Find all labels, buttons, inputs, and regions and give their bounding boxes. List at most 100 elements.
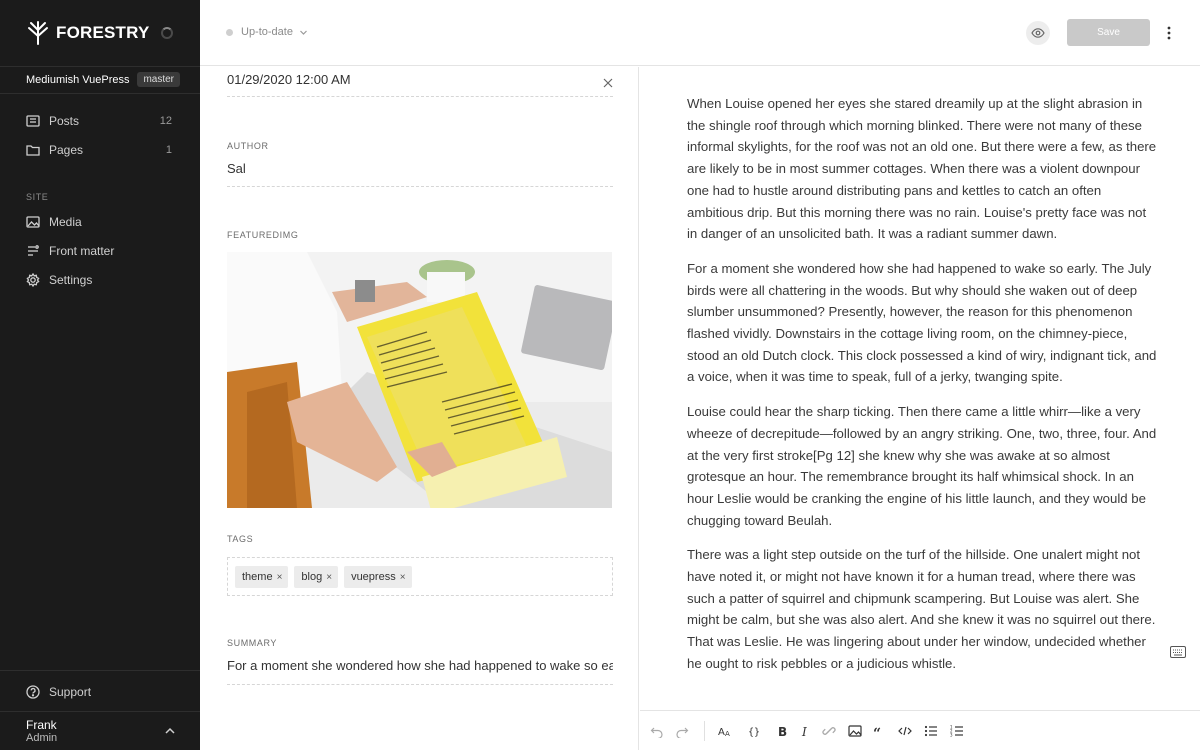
clear-date-icon[interactable] bbox=[603, 78, 613, 88]
featured-image-photo bbox=[227, 252, 612, 508]
summary-input[interactable]: For a moment she wondered how she had ha… bbox=[227, 658, 613, 673]
summary-field: SUMMARY For a moment she wondered how sh… bbox=[227, 638, 613, 686]
user-name: Frank bbox=[26, 718, 57, 732]
status-dot-icon bbox=[226, 28, 233, 36]
top-bar: Up-to-date Save bbox=[200, 0, 1200, 66]
chevron-up-icon[interactable] bbox=[164, 725, 176, 737]
field-divider bbox=[227, 186, 613, 187]
sidebar-item-label: Front matter bbox=[49, 244, 115, 258]
svg-text:B: B bbox=[778, 725, 787, 738]
posts-count: 12 bbox=[159, 115, 172, 127]
front-matter-icon bbox=[28, 245, 39, 256]
user-role: Admin bbox=[26, 732, 58, 744]
content-editor[interactable]: When Louise opened her eyes she stared d… bbox=[640, 67, 1200, 710]
image-icon bbox=[26, 216, 40, 228]
brand-name: FORESTRY bbox=[56, 23, 150, 42]
author-label: AUTHOR bbox=[227, 141, 269, 151]
support-label: Support bbox=[49, 685, 92, 699]
featured-image[interactable] bbox=[227, 252, 612, 508]
sidebar: FORESTRY Mediumish VuePress master Posts… bbox=[0, 0, 200, 750]
sidebar-item-label: Pages bbox=[49, 143, 84, 157]
save-button[interactable]: Save bbox=[1067, 19, 1150, 46]
text-size-icon[interactable]: AA bbox=[718, 724, 732, 738]
quote-icon[interactable]: “ bbox=[873, 724, 887, 738]
bulleted-list-icon[interactable] bbox=[924, 724, 938, 738]
eye-icon bbox=[1031, 28, 1045, 38]
field-divider bbox=[227, 96, 613, 97]
svg-text:A: A bbox=[725, 730, 730, 738]
sidebar-item-label: Posts bbox=[49, 114, 80, 128]
paragraph: Louise could hear the sharp ticking. The… bbox=[687, 404, 1157, 528]
svg-text:“: “ bbox=[873, 726, 881, 738]
image-icon[interactable] bbox=[848, 724, 862, 738]
gear-icon bbox=[26, 273, 40, 287]
field-divider bbox=[227, 684, 613, 685]
remove-tag-icon[interactable]: × bbox=[277, 572, 283, 583]
tags-label: TAGS bbox=[227, 534, 254, 544]
branch-badge: master bbox=[137, 72, 180, 87]
redo-icon[interactable] bbox=[675, 724, 689, 738]
brand[interactable]: FORESTRY bbox=[26, 20, 150, 46]
tags-input[interactable]: theme × blog × vuepress × bbox=[227, 557, 613, 596]
undo-icon[interactable] bbox=[650, 724, 664, 738]
site-name: Mediumish VuePress bbox=[26, 74, 130, 86]
forestry-logo-icon bbox=[28, 21, 48, 45]
preview-button[interactable] bbox=[1026, 21, 1050, 45]
user-menu[interactable]: Frank Admin bbox=[0, 711, 200, 750]
code-icon[interactable] bbox=[898, 724, 912, 738]
folder-icon bbox=[26, 145, 40, 156]
numbered-list-icon[interactable]: 123 bbox=[950, 724, 964, 738]
sidebar-item-front-matter[interactable]: Front matter bbox=[0, 238, 200, 264]
tag-label: blog bbox=[301, 571, 323, 583]
status-label: Up-to-date bbox=[241, 26, 293, 38]
svg-text:3: 3 bbox=[950, 733, 953, 738]
remove-tag-icon[interactable]: × bbox=[326, 572, 332, 583]
svg-text:{}: {} bbox=[748, 727, 760, 738]
paragraph: When Louise opened her eyes she stared d… bbox=[687, 96, 1157, 242]
section-label-site: SITE bbox=[26, 192, 49, 202]
svg-text:A: A bbox=[718, 727, 725, 738]
sidebar-item-media[interactable]: Media bbox=[0, 209, 200, 235]
keyboard-icon[interactable] bbox=[1170, 646, 1186, 658]
more-options-button[interactable] bbox=[1162, 21, 1176, 45]
support-link[interactable]: Support bbox=[0, 681, 200, 703]
code-braces-icon[interactable]: {} bbox=[747, 724, 761, 738]
tag-chip[interactable]: blog × bbox=[294, 566, 339, 588]
site-switcher[interactable]: Mediumish VuePress master bbox=[0, 66, 200, 94]
tag-chip[interactable]: theme × bbox=[235, 566, 289, 588]
date-field[interactable]: 01/29/2020 12:00 AM bbox=[227, 72, 613, 98]
front-matter-panel: 01/29/2020 12:00 AM AUTHOR Sal FEATUREDI… bbox=[200, 67, 639, 750]
tag-label: vuepress bbox=[351, 571, 396, 583]
featured-label: FEATUREDIMG bbox=[227, 230, 299, 240]
link-icon[interactable] bbox=[822, 724, 836, 738]
loading-spinner-icon bbox=[161, 27, 173, 39]
tags-field: TAGS bbox=[227, 534, 613, 548]
remove-tag-icon[interactable]: × bbox=[400, 572, 406, 583]
paragraph: For a moment she wondered how she had ha… bbox=[687, 260, 1157, 385]
editor-body[interactable]: When Louise opened her eyes she stared d… bbox=[687, 93, 1157, 688]
summary-label: SUMMARY bbox=[227, 638, 278, 648]
posts-icon bbox=[26, 115, 40, 127]
sidebar-item-pages[interactable]: Pages 1 bbox=[0, 137, 200, 163]
svg-text:I: I bbox=[801, 725, 807, 738]
italic-icon[interactable]: I bbox=[798, 724, 812, 738]
paragraph: There was a light step outside on the tu… bbox=[687, 547, 1156, 671]
author-input[interactable]: Sal bbox=[227, 161, 613, 176]
sidebar-item-label: Media bbox=[49, 215, 82, 229]
date-input[interactable]: 01/29/2020 12:00 AM bbox=[227, 72, 613, 87]
tag-label: theme bbox=[242, 571, 273, 583]
featured-field: FEATUREDIMG bbox=[227, 230, 613, 244]
editor-toolbar: AA {} B I “ 123 bbox=[640, 710, 1200, 750]
bold-icon[interactable]: B bbox=[775, 724, 789, 738]
pages-count: 1 bbox=[165, 144, 172, 156]
sidebar-footer: Support Frank Admin bbox=[0, 670, 200, 750]
author-field: AUTHOR Sal bbox=[227, 141, 613, 189]
sidebar-item-posts[interactable]: Posts 12 bbox=[0, 108, 200, 134]
sync-status[interactable]: Up-to-date bbox=[226, 26, 308, 38]
tag-chip[interactable]: vuepress × bbox=[344, 566, 412, 588]
more-vertical-icon bbox=[1167, 26, 1171, 40]
chevron-down-icon bbox=[300, 30, 307, 35]
sidebar-item-label: Settings bbox=[49, 273, 93, 287]
sidebar-item-settings[interactable]: Settings bbox=[0, 267, 200, 293]
help-icon bbox=[26, 685, 40, 699]
